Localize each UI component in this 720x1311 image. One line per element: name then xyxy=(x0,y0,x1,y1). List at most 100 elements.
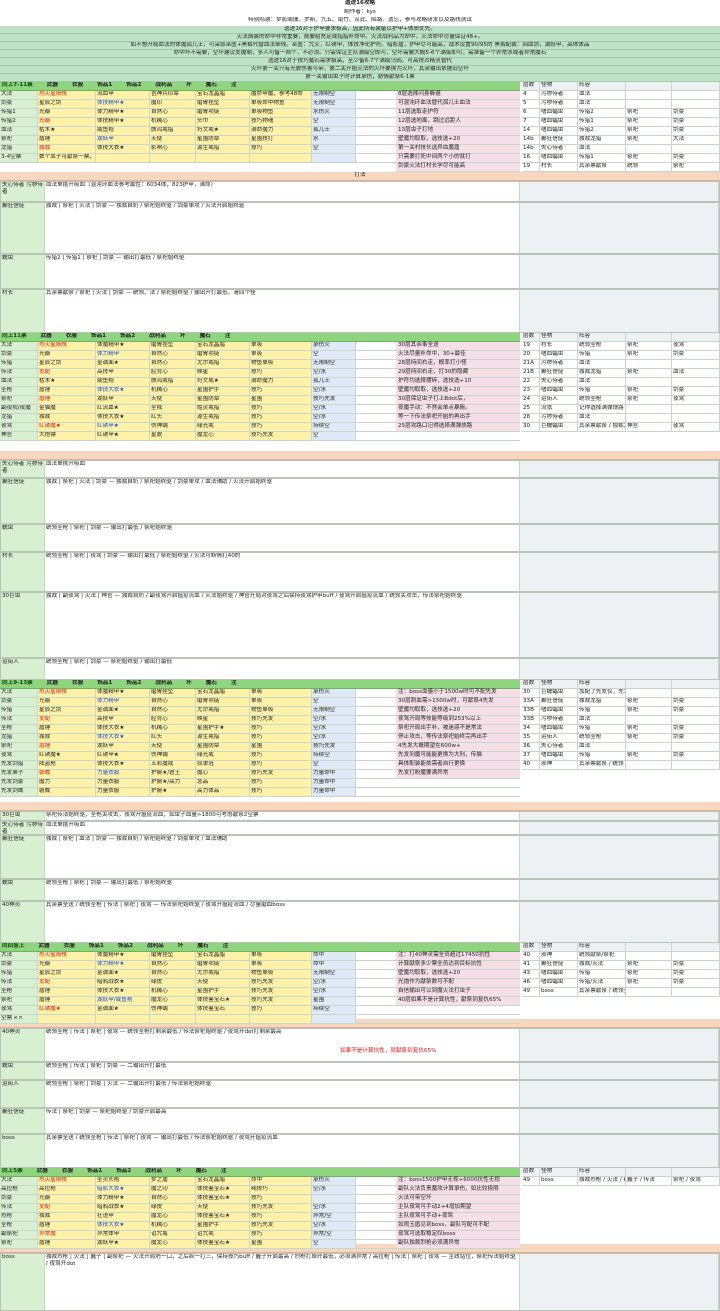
table-cell: 先发剑豪 xyxy=(0,779,38,787)
floor-cell: 其余票献祭 / 统领 | 祭祀 | 夜驾 xyxy=(578,761,626,769)
floor-cell: 怪物 xyxy=(540,680,578,688)
table-cell: 体技鉴宝石★ xyxy=(196,1195,250,1203)
table-cell: 磨胃项链 xyxy=(196,109,250,117)
table-cell: 异常/空 xyxy=(312,1231,356,1239)
floor-row: 层数 怪物 阵容 xyxy=(522,82,720,91)
floor-cell: 49 xyxy=(522,1177,540,1185)
floor-cell: 35 xyxy=(522,734,540,742)
floor-cell: 祭祀 xyxy=(626,752,672,760)
table-cell: 孤儿士 xyxy=(312,378,356,386)
table-cell: 红流血★ xyxy=(96,405,150,413)
table-cell: 技巧 xyxy=(250,1006,312,1014)
table-cell: 枯木★ xyxy=(38,378,96,386)
table-cell: 单吸物鱼 xyxy=(250,109,312,117)
floor-table: 层数怪物阵容30巨蠕蝠虫加配了先发仅，先发仅先献祭33A癫狂信徒独裁龙猎祭祀剑豪… xyxy=(522,680,720,770)
floor-cell: 24 xyxy=(522,396,540,404)
table-cell: 体力精甲★ xyxy=(96,109,150,117)
table-cell: 骸鸿戒指 xyxy=(150,378,196,386)
floor-cell: 祭祀 xyxy=(626,127,672,135)
table-cell: 祭祀 xyxy=(0,136,38,144)
tactic-row: 失心侍者 污秽侍者 血法单挑开吸血（混沌环血法参考属性：6034体，823护甲，满… xyxy=(0,181,720,202)
tactic-pad xyxy=(519,290,719,332)
floor-cell: 嗜血蝠虫 xyxy=(540,118,578,126)
floor-cell: 祭祀 xyxy=(626,961,672,969)
note-line: 30层保证虫子打上Bdot后， xyxy=(396,396,520,405)
floor-cell: 层数 xyxy=(522,1168,540,1176)
intro-line: 火坏第一关只有光貌伤害可带，第二关开始火法的火坏要换为火坏，其余输出依据旧空坏 xyxy=(0,66,720,74)
boss-name: 运街人 xyxy=(1,1081,45,1107)
table-cell: 星围技打 xyxy=(250,136,312,144)
table-cell: 剑豪 xyxy=(0,100,38,108)
tactic-pad xyxy=(519,479,719,523)
table-cell: 血法 xyxy=(0,378,38,386)
floor-row: 33B 嗜血蝠虫 传猎 祭祀 剑豪 xyxy=(522,707,720,716)
table-cell: 磐威 xyxy=(38,788,96,796)
tactic-pad xyxy=(519,255,719,288)
team-section: 同四金上 武器 衣服 饰品1 饰品2 战利品 坏 魔石 注大法 烈火星陨枝 体魔精甲★ 磨胃挂坠 宝石龙… xyxy=(0,943,720,1024)
note-line: 注：boss血量小于1500w时可不配先发 xyxy=(396,689,520,698)
table-cell: 体技大衣★ xyxy=(96,1222,150,1230)
floor-cell: 其余票献祭 / 统领圣枪 / 夜驾 xyxy=(578,988,626,996)
column-header: 坏 xyxy=(186,82,192,88)
column-header: 饰品1 xyxy=(87,1168,103,1174)
floor-row: 4 污秽侍者 血法 xyxy=(522,91,720,100)
table-cell: 磨胃挂坠 xyxy=(150,952,196,960)
floor-cell: 统领 xyxy=(626,163,672,171)
floor-cell: 40 xyxy=(522,952,540,960)
notes-header xyxy=(396,680,520,689)
table-cell: 独裁 xyxy=(38,145,96,153)
floor-cell: 传猎 xyxy=(578,351,626,359)
table-cell: 金诚面★ xyxy=(96,970,150,978)
table-cell: 影响心 xyxy=(150,145,196,153)
floor-cell: 祭祀 xyxy=(626,970,672,978)
floor-cell: 14b xyxy=(522,136,540,144)
floor-row: 37 嗜血蝠虫 传猎 祭祀 剑豪 xyxy=(522,752,720,761)
column-header: 衣服 xyxy=(61,1168,74,1174)
table-cell: 大法 xyxy=(0,342,38,350)
table-cell: 力量命中 xyxy=(312,779,356,787)
table-cell: 天使 xyxy=(196,1204,250,1212)
table-cell: 咸鱼袍 xyxy=(96,378,150,386)
floor-cell: 49 xyxy=(522,988,540,996)
table-cell: 高技甲 xyxy=(96,369,150,377)
table-cell: 力量命中 xyxy=(312,788,356,796)
note-line: 副队火法负责魔攻计算承伤，如比较极限 xyxy=(396,1186,520,1195)
floor-cell: 剑豪 xyxy=(672,725,720,733)
table-cell: 大法 xyxy=(0,952,38,960)
table-cell: 技巧先发 xyxy=(312,396,356,404)
table-cell: 圣枪 xyxy=(0,725,38,733)
intro-line: 第一关输出虫子时计算承伤，胁情献祭6-1票 xyxy=(0,74,720,82)
column-header: 饰品2 xyxy=(117,943,133,949)
tactic-row: 村长 统领圣枪 | 祭祀 | 夜驾 | 剑豪 — 输出打最低 / 祭祀始终驱 / … xyxy=(0,552,720,592)
column-header: 饰品1 xyxy=(88,943,104,949)
column-header: 饰品1 xyxy=(97,680,113,686)
floor-cell: 36 xyxy=(522,743,540,751)
tactic-row: boss 其余票全送 / 统领圣枪 | 传法 | 祭祀 | 夜驾 — 输出打最低 … xyxy=(0,1134,720,1168)
table-cell: 技巧 xyxy=(250,414,312,422)
floor-cell xyxy=(626,145,672,153)
floor-cell xyxy=(626,988,672,996)
table-cell: 空 xyxy=(312,432,356,440)
floor-cell: 剑豪 xyxy=(672,752,720,760)
floor-cell xyxy=(626,82,672,90)
table-cell: 独裁 xyxy=(38,414,96,422)
floor-table: 层数怪物阵容49boss独裁烈枪 / 火法 / 统领圣枪蠢子 / 传法祭祀 / … xyxy=(522,1168,720,1186)
floor-row: 49boss独裁烈枪 / 火法 / 统领圣枪蠢子 / 传法祭祀 / 夜驾 xyxy=(522,1177,720,1186)
table-cell: 龙猎 xyxy=(0,734,38,742)
table-cell: 体技大衣★ xyxy=(96,387,150,395)
table-cell xyxy=(312,1015,356,1023)
table-cell: 红锈魔★ xyxy=(38,752,96,760)
floor-cell: 统领献祭/祭祀 xyxy=(578,952,626,960)
table-cell: 体技大衣★ xyxy=(96,725,150,733)
table-cell: 星围护手 xyxy=(196,1222,250,1230)
note-line: 先发打粉魔要满异常 xyxy=(396,770,520,779)
table-cell: 单吸命中物鱼 xyxy=(250,100,312,108)
table-cell: 星辰之剑 xyxy=(38,970,96,978)
table-cell: 传法 xyxy=(0,716,38,724)
floor-cell: 剑豪 xyxy=(672,961,720,969)
floor-cell: boss xyxy=(540,1177,578,1185)
floor-cell: 独裁龙猎 xyxy=(578,698,626,706)
floor-row: 16 嗜血蝠虫 传猎1 祭祀 剑豪 xyxy=(522,154,720,163)
table-cell: 光瓣 xyxy=(38,1195,96,1203)
floor-cell: 统领圣枪 xyxy=(578,734,626,742)
